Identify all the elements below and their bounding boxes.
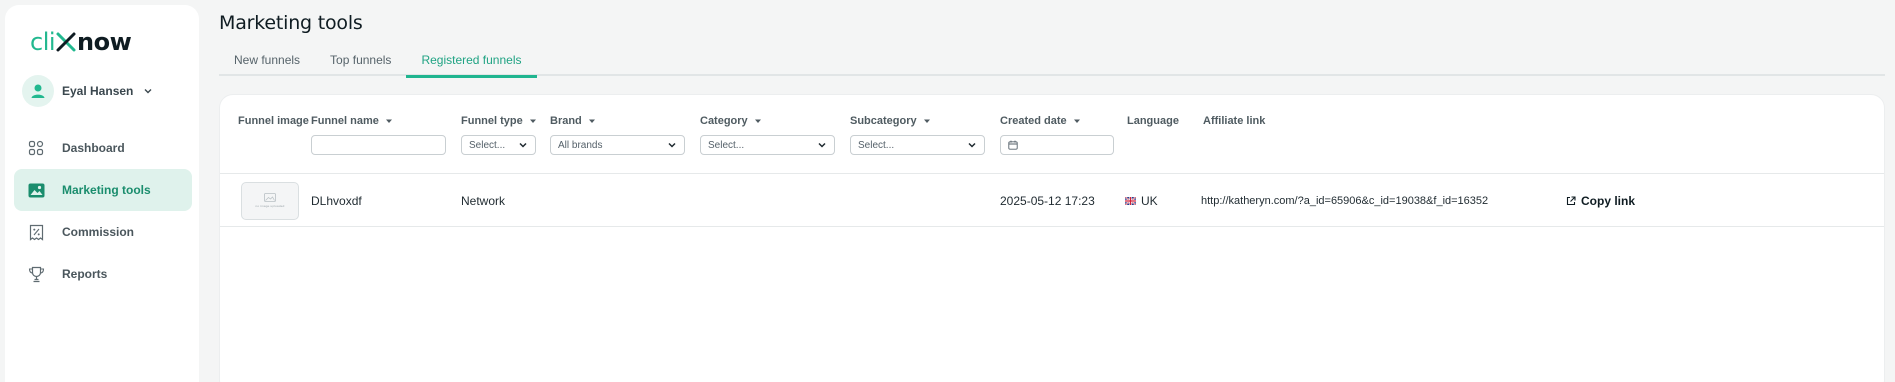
sidebar-item-label: Dashboard (62, 141, 125, 155)
column-header-brand[interactable]: Brand (550, 115, 596, 127)
funnel-name-filter-input[interactable] (311, 135, 446, 155)
funnel-type-cell: Network (461, 193, 506, 208)
created-date-picker[interactable] (1000, 135, 1114, 155)
chevron-down-icon (668, 142, 676, 148)
sidebar-item-commission[interactable]: Commission (14, 211, 192, 253)
calendar-icon (1008, 140, 1018, 150)
chevron-down-icon (519, 142, 527, 148)
select-value: Select... (708, 139, 745, 151)
column-label: Funnel image (238, 115, 309, 127)
trophy-icon (27, 265, 45, 283)
column-header-funnel-type[interactable]: Funnel type (461, 115, 537, 127)
sidebar-item-label: Commission (62, 225, 135, 239)
column-label: Category (700, 115, 748, 127)
logo-x-mark (56, 32, 76, 52)
image-icon (27, 181, 45, 199)
chevron-down-icon (144, 89, 152, 94)
column-label: Affiliate link (1203, 115, 1266, 127)
sort-caret-icon[interactable] (754, 117, 762, 125)
sort-caret-icon[interactable] (588, 117, 596, 125)
funnel-thumbnail[interactable]: no image uploaded (241, 181, 299, 220)
column-header-affiliate-link: Affiliate link (1203, 115, 1265, 127)
chevron-down-icon (968, 142, 976, 148)
sidebar-item-label: Marketing tools (62, 183, 151, 197)
column-label: Brand (550, 115, 582, 127)
copy-link-cell: Copy link (1566, 174, 1635, 227)
sidebar-item-dashboard[interactable]: Dashboard (14, 127, 192, 169)
dashboard-icon (27, 139, 45, 157)
category-select[interactable]: Select... (700, 135, 835, 155)
column-header-category[interactable]: Category (700, 115, 762, 127)
sidebar-item-reports[interactable]: Reports (14, 253, 192, 295)
column-label: Created date (1000, 115, 1067, 127)
sidebar-nav: Dashboard Marketing tools Commission Rep… (14, 127, 192, 295)
chevron-down-icon (818, 142, 826, 148)
affiliate-link-cell: http://katheryn.com/?a_id=65906&c_id=190… (1201, 194, 1489, 207)
select-value: All brands (558, 139, 603, 151)
column-header-funnel-name[interactable]: Funnel name (311, 115, 393, 127)
copy-link-label: Copy link (1581, 193, 1636, 208)
sidebar: cli now Eyal Hansen Dashboard Marketing … (5, 5, 199, 382)
user-name: Eyal Hansen (62, 84, 134, 98)
user-icon (31, 84, 45, 98)
page-title: Marketing tools (219, 12, 363, 34)
user-menu[interactable]: Eyal Hansen (22, 75, 153, 107)
funnel-tabs: New funnels Top funnels Registered funne… (219, 44, 1885, 78)
funnel-type-select[interactable]: Select... (461, 135, 536, 155)
sort-caret-icon[interactable] (1073, 117, 1081, 125)
sidebar-item-label: Reports (62, 267, 108, 281)
column-header-language: Language (1127, 115, 1179, 127)
tab-top-funnels[interactable]: Top funnels (315, 44, 406, 76)
copy-link-button[interactable]: Copy link (1566, 194, 1635, 208)
table-header: Funnel image Funnel name Funnel type Sel… (220, 95, 1884, 174)
funnels-table: Funnel image Funnel name Funnel type Sel… (219, 94, 1885, 382)
avatar (22, 75, 54, 107)
funnel-name-cell: DLhvoxdf (311, 193, 362, 208)
subcategory-select[interactable]: Select... (850, 135, 985, 155)
external-link-icon (1566, 195, 1576, 205)
tab-new-funnels[interactable]: New funnels (219, 44, 315, 76)
sort-caret-icon[interactable] (529, 117, 537, 125)
column-label: Funnel type (461, 115, 523, 127)
language-cell: UK (1125, 174, 1158, 227)
thumbnail-caption: no image uploaded (255, 204, 285, 208)
logo-text-part1: cli (30, 28, 56, 56)
tab-registered-funnels[interactable]: Registered funnels (406, 44, 537, 78)
sort-caret-icon[interactable] (923, 117, 931, 125)
created-date-cell: 2025-05-12 17:23 (1000, 193, 1095, 208)
column-header-created-date[interactable]: Created date (1000, 115, 1081, 127)
brand-logo[interactable]: cli now (30, 27, 132, 57)
uk-flag-icon (1125, 196, 1136, 205)
language-value: UK (1141, 193, 1158, 208)
column-label: Subcategory (850, 115, 917, 127)
sidebar-item-marketing-tools[interactable]: Marketing tools (14, 169, 192, 211)
commission-icon (27, 223, 45, 241)
column-label: Funnel name (311, 115, 379, 127)
funnel-image-cell: no image uploaded (241, 174, 299, 227)
column-header-subcategory[interactable]: Subcategory (850, 115, 931, 127)
column-header-funnel-image: Funnel image (238, 115, 309, 127)
brand-select[interactable]: All brands (550, 135, 685, 155)
sort-caret-icon[interactable] (385, 117, 393, 125)
image-placeholder-icon (264, 193, 276, 202)
column-label: Language (1127, 115, 1179, 127)
logo-text-part2: now (77, 28, 132, 56)
select-value: Select... (858, 139, 895, 151)
table-row[interactable]: no image uploaded DLhvoxdf Network 2025-… (220, 174, 1884, 227)
select-value: Select... (469, 139, 506, 151)
